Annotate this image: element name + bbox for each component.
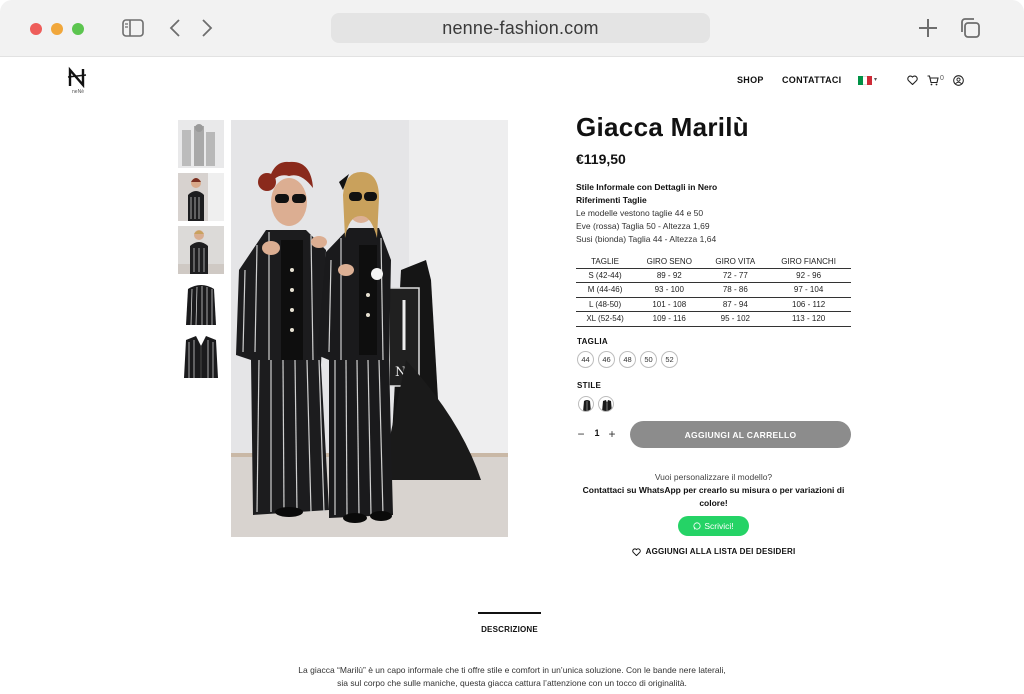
- browser-toolbar: nenne-fashion.com: [0, 0, 1024, 57]
- column-header: GIRO FIANCHI: [766, 255, 851, 269]
- column-header: GIRO VITA: [704, 255, 767, 269]
- forward-chevron-icon[interactable]: [198, 17, 216, 39]
- quantity-decrease-button[interactable]: −: [576, 427, 586, 441]
- nav-shop-link[interactable]: SHOP: [737, 75, 764, 85]
- product-main-image[interactable]: Nè: [231, 120, 508, 537]
- address-bar[interactable]: nenne-fashion.com: [331, 13, 710, 43]
- table-cell: 101 - 108: [634, 297, 705, 312]
- tab-description[interactable]: DESCRIZIONE: [478, 612, 541, 634]
- desc-paragraph-line: sia sul corpo che sulle maniche, questa …: [337, 678, 687, 688]
- size-swatch-48[interactable]: 48: [619, 351, 636, 368]
- product-thumbnail[interactable]: [178, 173, 224, 221]
- size-chart-table: TAGLIE GIRO SENO GIRO VITA GIRO FIANCHI …: [576, 255, 851, 327]
- cart-count: 0: [940, 75, 944, 82]
- style-swatch-back[interactable]: [598, 396, 614, 412]
- table-cell: 78 - 86: [704, 282, 767, 298]
- product-thumbnail[interactable]: [178, 120, 224, 168]
- customize-text: Contattaci su WhatsApp per crearlo su mi…: [582, 485, 845, 508]
- desc-line: Riferimenti Taglie: [576, 195, 647, 205]
- desc-line: Le modelle vestono taglie 44 e 50: [576, 208, 704, 218]
- desc-line: Susi (bionda) Taglia 44 - Altezza 1,64: [576, 234, 717, 244]
- nav-contact-link[interactable]: CONTATTACI: [782, 75, 842, 85]
- table-cell: 93 - 100: [634, 282, 705, 298]
- table-cell: 113 - 120: [766, 311, 851, 327]
- customize-question: Vuoi personalizzare il modello?: [654, 472, 773, 482]
- style-swatch-front[interactable]: [578, 396, 594, 412]
- table-row: M (44-46) 93 - 100 78 - 86 97 - 104: [576, 282, 851, 298]
- zoom-window-button[interactable]: [72, 23, 84, 35]
- sidebar-icon[interactable]: [121, 17, 145, 39]
- table-cell: 72 - 77: [704, 268, 767, 283]
- table-cell: 109 - 116: [634, 311, 705, 327]
- table-cell: S (42-44): [576, 268, 635, 283]
- wishlist-label: AGGIUNGI ALLA LISTA DEI DESIDERI: [645, 547, 796, 556]
- table-cell: 95 - 102: [704, 311, 767, 327]
- close-window-button[interactable]: [30, 23, 42, 35]
- whatsapp-button[interactable]: Scrivici!: [678, 516, 749, 536]
- table-cell: 89 - 92: [634, 268, 705, 283]
- size-swatch-44[interactable]: 44: [577, 351, 594, 368]
- product-thumbnail[interactable]: [178, 226, 224, 274]
- user-icon[interactable]: [953, 74, 965, 86]
- plus-icon[interactable]: [916, 17, 940, 39]
- product-title: Giacca Marilù: [576, 112, 749, 142]
- heart-icon[interactable]: [907, 74, 919, 86]
- add-to-wishlist-link[interactable]: AGGIUNGI ALLA LISTA DEI DESIDERI: [576, 547, 851, 556]
- whatsapp-label: Scrivici!: [704, 521, 734, 531]
- cart-icon[interactable]: [927, 74, 939, 86]
- brand-logo-subtext: neNè: [72, 89, 84, 95]
- desc-line: Stile Informale con Dettagli in Nero: [576, 182, 718, 192]
- language-caret-icon[interactable]: ▾: [874, 76, 877, 83]
- back-chevron-icon[interactable]: [166, 17, 184, 39]
- table-cell: M (44-46): [576, 282, 635, 298]
- minimize-window-button[interactable]: [51, 23, 63, 35]
- browser-window: nenne-fashion.com neNè SHOP CONTATTACI ▾…: [0, 0, 1024, 694]
- table-cell: XL (52-54): [576, 311, 635, 327]
- product-long-description: La giacca “Marilù” è un capo informale c…: [280, 664, 744, 690]
- size-swatch-46[interactable]: 46: [598, 351, 615, 368]
- column-header: GIRO SENO: [634, 255, 705, 269]
- table-cell: 106 - 112: [766, 297, 851, 312]
- table-row: XL (52-54) 109 - 116 95 - 102 113 - 120: [576, 311, 851, 327]
- size-swatch-50[interactable]: 50: [640, 351, 657, 368]
- table-cell: 92 - 96: [766, 268, 851, 283]
- quantity-value[interactable]: 1: [592, 428, 602, 438]
- product-thumbnail[interactable]: [178, 332, 224, 380]
- product-short-description: Stile Informale con Dettagli in Nero Rif…: [576, 181, 717, 246]
- table-header-row: TAGLIE GIRO SENO GIRO VITA GIRO FIANCHI: [576, 255, 851, 269]
- url-text: nenne-fashion.com: [442, 17, 599, 38]
- size-swatch-52[interactable]: 52: [661, 351, 678, 368]
- column-header: TAGLIE: [576, 255, 635, 269]
- whatsapp-icon: [693, 522, 701, 530]
- product-price: €119,50: [576, 151, 626, 167]
- style-option-label: STILE: [577, 381, 602, 390]
- table-row: L (48-50) 101 - 108 87 - 94 106 - 112: [576, 297, 851, 312]
- table-cell: 87 - 94: [704, 297, 767, 312]
- table-cell: 97 - 104: [766, 282, 851, 298]
- desc-line: Eve (rossa) Taglia 50 - Altezza 1,69: [576, 221, 710, 231]
- table-row: S (42-44) 89 - 92 72 - 77 92 - 96: [576, 268, 851, 283]
- add-to-cart-button[interactable]: AGGIUNGI AL CARRELLO: [630, 421, 851, 448]
- size-option-label: TAGLIA: [577, 337, 608, 346]
- product-thumbnail[interactable]: [178, 279, 224, 327]
- italian-flag-icon[interactable]: [858, 76, 873, 85]
- quantity-increase-button[interactable]: +: [607, 427, 617, 441]
- desc-paragraph-line: La giacca “Marilù” è un capo informale c…: [298, 665, 726, 675]
- heart-icon: [631, 547, 641, 556]
- tabs-icon[interactable]: [958, 17, 982, 39]
- table-cell: L (48-50): [576, 297, 635, 312]
